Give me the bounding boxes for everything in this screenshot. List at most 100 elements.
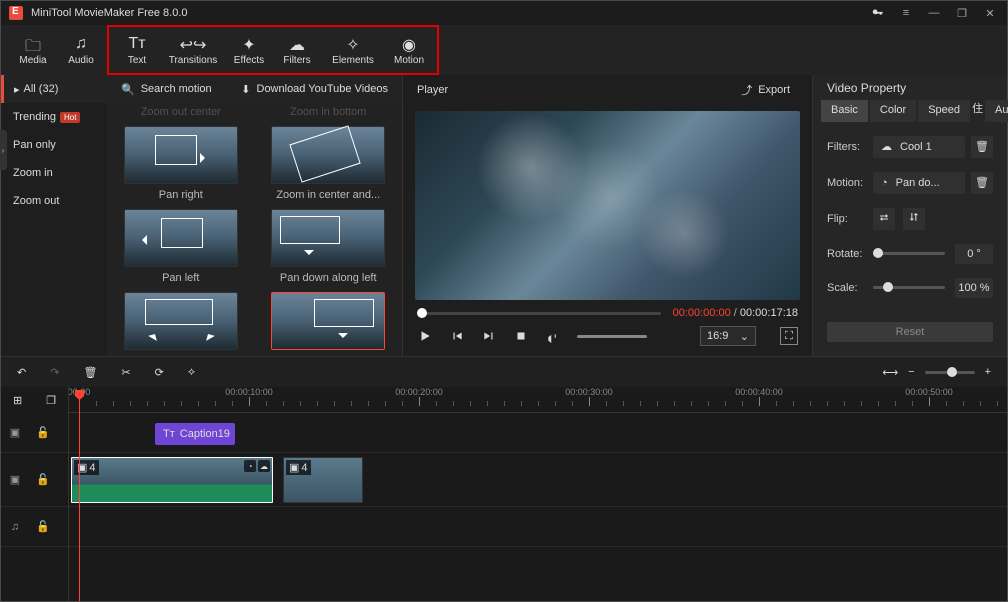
lock-icon[interactable]: 🔓 bbox=[29, 520, 57, 533]
export-icon: ⤴ bbox=[741, 82, 752, 98]
fit-zoom-button[interactable]: ⟷ bbox=[882, 366, 898, 379]
prop-tab-color[interactable]: Color bbox=[870, 100, 916, 122]
flip-horizontal-button[interactable]: ⮂ bbox=[873, 208, 895, 230]
category-label: Trending bbox=[13, 111, 56, 123]
motion-chip[interactable]: ◔Pan do... bbox=[873, 172, 965, 194]
transitions-icon: ↩↪ bbox=[180, 35, 207, 53]
category-all-label: All (32) bbox=[24, 83, 59, 95]
scale-value[interactable]: 100 % bbox=[955, 278, 993, 298]
rotate-value[interactable]: 0 ° bbox=[955, 244, 993, 264]
prop-tab-speed[interactable]: Speed bbox=[918, 100, 970, 122]
prop-tab-basic[interactable]: Basic bbox=[821, 100, 868, 122]
flip-vertical-button[interactable]: ⮃ bbox=[903, 208, 925, 230]
filters-icon: ☁ bbox=[289, 35, 305, 53]
zoom-out-button[interactable]: − bbox=[908, 366, 914, 378]
tab-media[interactable]: 🗀Media bbox=[9, 25, 57, 75]
motion-item[interactable]: Pan left bbox=[115, 209, 247, 284]
motion-item[interactable]: Pan down along right bbox=[263, 292, 395, 356]
video-preview[interactable] bbox=[415, 111, 800, 300]
volume-slider[interactable] bbox=[577, 335, 647, 338]
clip-filter-icon: ☁ bbox=[258, 460, 270, 472]
category-zoom-out[interactable]: Zoom out bbox=[1, 187, 107, 215]
timeline-layers-button[interactable]: ❐ bbox=[46, 394, 56, 407]
next-frame-button[interactable] bbox=[481, 328, 497, 344]
rotate-slider[interactable] bbox=[873, 252, 945, 255]
zoom-in-button[interactable]: + bbox=[985, 366, 991, 378]
scale-slider[interactable] bbox=[873, 286, 945, 289]
close-icon[interactable]: ✕ bbox=[981, 4, 999, 22]
tab-text[interactable]: TᴛText bbox=[113, 27, 161, 73]
lock-icon[interactable]: 🔓 bbox=[29, 473, 57, 486]
download-label: Download YouTube Videos bbox=[257, 83, 389, 95]
tab-audio[interactable]: ♫Audio bbox=[57, 25, 105, 75]
stop-button[interactable] bbox=[513, 328, 529, 344]
timeline-add-track-button[interactable]: ⊞ bbox=[13, 394, 22, 407]
motion-item[interactable]: Zoom in bottom bbox=[263, 103, 395, 118]
category-zoom-in[interactable]: Zoom in bbox=[1, 159, 107, 187]
tab-effects[interactable]: ✦Effects bbox=[225, 27, 273, 73]
tab-motion[interactable]: ◉Motion bbox=[385, 27, 433, 73]
time-ruler[interactable]: 00:0000:00:10:0000:00:20:0000:00:30:0000… bbox=[69, 387, 1007, 413]
license-key-icon[interactable] bbox=[869, 4, 887, 22]
export-button[interactable]: ⤴ Export bbox=[733, 78, 798, 102]
remove-motion-button[interactable]: 🗑 bbox=[971, 172, 993, 194]
remove-filter-button[interactable]: 🗑 bbox=[971, 136, 993, 158]
motion-gallery: 🔍Search motion ⬇Download YouTube Videos … bbox=[107, 75, 403, 356]
export-label: Export bbox=[758, 84, 790, 96]
motion-item[interactable]: Pan down along left bbox=[263, 209, 395, 284]
filter-chip[interactable]: ☁Cool 1 bbox=[873, 136, 965, 158]
redo-button[interactable]: ↷ bbox=[50, 366, 59, 379]
scrubber[interactable] bbox=[417, 312, 661, 315]
video-clip-1[interactable]: ▣4 ◔☁ bbox=[71, 457, 273, 503]
motion-item[interactable]: Pan right bbox=[115, 126, 247, 201]
text-clip-label: Caption19 bbox=[180, 428, 230, 440]
text-clip[interactable]: Tᴛ Caption19 bbox=[155, 423, 235, 445]
app-logo bbox=[9, 6, 23, 20]
prev-frame-button[interactable] bbox=[449, 328, 465, 344]
tab-motion-label: Motion bbox=[394, 55, 424, 66]
speed-button[interactable]: ⟳ bbox=[155, 366, 164, 379]
motion-item[interactable]: Zoom in center and... bbox=[263, 126, 395, 201]
category-all[interactable]: ▸All (32) bbox=[1, 75, 107, 103]
aspect-ratio-select[interactable]: 16:9⌄ bbox=[700, 326, 756, 346]
reset-button[interactable]: Reset bbox=[827, 322, 993, 342]
tab-transitions[interactable]: ↩↪Transitions bbox=[161, 27, 225, 73]
download-youtube-button[interactable]: ⬇Download YouTube Videos bbox=[241, 83, 388, 96]
clip-badge: 4 bbox=[89, 462, 95, 474]
volume-icon[interactable] bbox=[545, 328, 561, 344]
motion-value: Pan do... bbox=[896, 177, 940, 189]
track-header: ▣🔓 bbox=[1, 413, 68, 453]
category-trending[interactable]: TrendingHot bbox=[1, 103, 107, 131]
tab-filters[interactable]: ☁Filters bbox=[273, 27, 321, 73]
motion-item[interactable]: Zoom in top bbox=[115, 292, 247, 356]
zoom-slider[interactable] bbox=[925, 371, 975, 374]
maximize-icon[interactable]: ❐ bbox=[953, 4, 971, 22]
effects-icon: ✦ bbox=[242, 35, 255, 53]
crop-button[interactable]: ⟡ bbox=[188, 366, 195, 379]
video-clip-2[interactable]: ▣4 bbox=[283, 457, 363, 503]
tab-elements[interactable]: ✧Elements bbox=[321, 27, 385, 73]
properties-panel: › Video Property Basic Color Speed住 Audi… bbox=[813, 75, 1007, 356]
titlebar: MiniTool MovieMaker Free 8.0.0 ≡ — ❐ ✕ bbox=[1, 1, 1007, 25]
prop-tab-audio[interactable]: Audio bbox=[985, 100, 1008, 122]
undo-button[interactable]: ↶ bbox=[17, 366, 26, 379]
video-track[interactable]: ▣4 ◔☁ ▣4 bbox=[69, 453, 1007, 507]
lock-icon[interactable]: 🔓 bbox=[29, 426, 57, 439]
audio-track[interactable] bbox=[69, 507, 1007, 547]
playhead[interactable] bbox=[79, 390, 80, 601]
collapse-props-button[interactable]: › bbox=[0, 130, 7, 170]
text-icon: Tᴛ bbox=[163, 428, 175, 440]
search-input[interactable]: 🔍Search motion bbox=[121, 83, 241, 96]
hamburger-menu-icon[interactable]: ≡ bbox=[897, 4, 915, 22]
category-pan-only[interactable]: Pan only bbox=[1, 131, 107, 159]
fullscreen-button[interactable]: ⛶ bbox=[780, 327, 798, 345]
motion-label: Zoom out center bbox=[141, 106, 221, 118]
play-button[interactable] bbox=[417, 328, 433, 344]
rotate-label: Rotate: bbox=[827, 248, 873, 260]
minimize-icon[interactable]: — bbox=[925, 4, 943, 22]
text-track[interactable]: Tᴛ Caption19 bbox=[69, 413, 1007, 453]
delete-button[interactable]: 🗑 bbox=[83, 366, 97, 379]
highlighted-tabs: TᴛText ↩↪Transitions ✦Effects ☁Filters ✧… bbox=[107, 25, 439, 75]
motion-item[interactable]: Zoom out center bbox=[115, 103, 247, 118]
split-button[interactable]: ✂ bbox=[121, 366, 130, 379]
